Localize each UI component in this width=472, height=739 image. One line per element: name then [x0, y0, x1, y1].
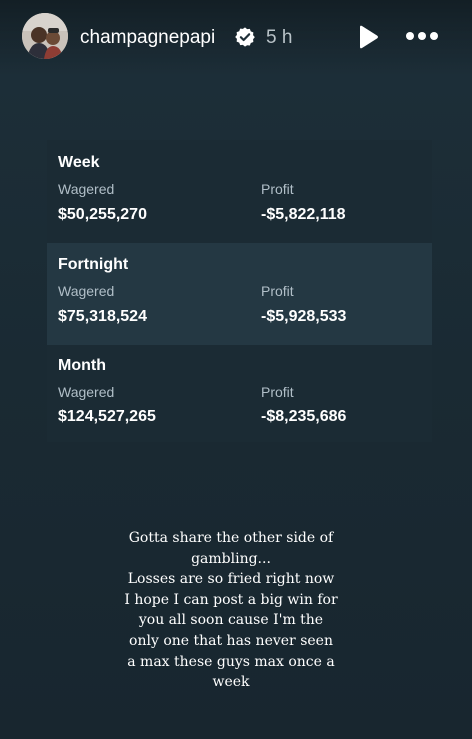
stats-row-week: Week Wagered Profit $50,255,270 -$5,822,… [47, 140, 432, 242]
story-header: champagnepapi 5 h [0, 0, 472, 76]
wagered-label: Wagered [58, 283, 115, 299]
profit-label: Profit [261, 283, 294, 299]
caption-line: gambling... [191, 550, 271, 567]
verified-badge-icon [235, 27, 255, 47]
stats-row-fortnight: Fortnight Wagered Profit $75,318,524 -$5… [47, 243, 432, 345]
caption-line: a max these guys max once a [127, 653, 335, 670]
username[interactable]: champagnepapi [80, 26, 215, 50]
wagered-label: Wagered [58, 181, 115, 197]
wagered-value: $50,255,270 [58, 206, 147, 223]
caption-line: I hope I can post a big win for [124, 591, 338, 608]
story-caption: Gotta share the other side of gambling..… [108, 528, 354, 693]
profit-label: Profit [261, 181, 294, 197]
gambling-stats-card: Week Wagered Profit $50,255,270 -$5,822,… [47, 140, 432, 442]
period-title: Week [58, 154, 100, 171]
stats-row-month: Month Wagered Profit $124,527,265 -$8,23… [47, 346, 432, 448]
caption-line: you all soon cause I'm the [138, 612, 324, 629]
wagered-value: $75,318,524 [58, 308, 147, 325]
profit-value: -$8,235,686 [261, 408, 347, 425]
more-options-icon[interactable] [405, 27, 439, 45]
profit-label: Profit [261, 384, 294, 400]
avatar[interactable] [22, 13, 68, 59]
wagered-value: $124,527,265 [58, 408, 156, 425]
caption-line: Losses are so fried right now [127, 571, 335, 588]
profit-value: -$5,822,118 [261, 206, 346, 223]
wagered-label: Wagered [58, 384, 115, 400]
post-timestamp: 5 h [266, 27, 293, 48]
period-title: Fortnight [58, 256, 129, 273]
profit-value: -$5,928,533 [261, 308, 347, 325]
caption-line: Gotta share the other side of [128, 530, 334, 546]
caption-line: week [212, 674, 250, 691]
caption-line: only one that has never seen [129, 632, 333, 649]
play-icon[interactable] [356, 24, 380, 50]
period-title: Month [58, 357, 106, 374]
